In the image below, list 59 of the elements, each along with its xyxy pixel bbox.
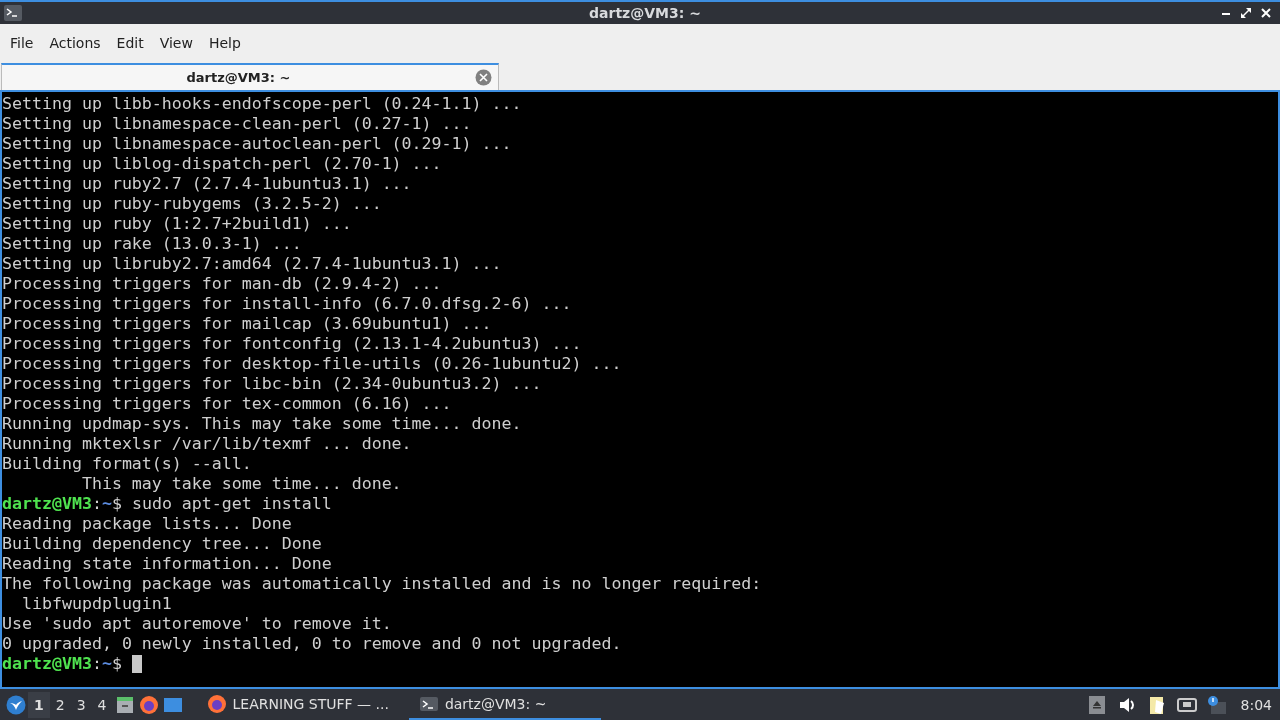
- browser-icon: [206, 693, 227, 714]
- output-line: Building dependency tree... Done: [2, 534, 322, 554]
- output-line: Running updmap-sys. This may take some time... done.: [2, 414, 522, 434]
- output-line: libfwupdplugin1: [20, 594, 172, 614]
- browser-icon[interactable]: [138, 694, 159, 715]
- output-line: Setting up rake (13.0.3-1) ...: [2, 234, 302, 254]
- file-cabinet-icon[interactable]: [114, 694, 135, 715]
- prompt-symbol: $: [111, 494, 122, 514]
- notification-icon[interactable]: [1206, 694, 1227, 715]
- terminal-tab[interactable]: dartz@VM3: ~: [1, 63, 499, 90]
- output-line: Reading state information... Done: [2, 554, 332, 574]
- taskbar-window-button[interactable]: dartz@VM3: ~: [408, 689, 601, 720]
- desktop-switch[interactable]: 3: [70, 691, 92, 718]
- prompt-user-host: dartz@VM3: [2, 654, 92, 674]
- desktop-switch[interactable]: 4: [91, 691, 113, 718]
- menu-item[interactable]: Edit: [108, 35, 152, 51]
- output-line: Setting up liblog-dispatch-perl (2.70-1) ...: [2, 154, 442, 174]
- output-line: Processing triggers for desktop-file-utils (0.26-1ubuntu2) ...: [2, 354, 622, 374]
- close-tab-icon[interactable]: [475, 69, 492, 86]
- close-icon[interactable]: [1260, 7, 1272, 19]
- output-line: Processing triggers for man-db (2.9.4-2) ...: [2, 274, 442, 294]
- output-line: Setting up libruby2.7:amd64 (2.7.4-1ubuntu3.1) ...: [2, 254, 502, 274]
- terminal-icon[interactable]: [4, 5, 22, 21]
- prompt-user-host: dartz@VM3: [2, 494, 92, 514]
- eject-icon[interactable]: [1086, 694, 1107, 715]
- maximize-icon[interactable]: [1240, 7, 1252, 19]
- prompt-path: ~: [101, 654, 112, 674]
- output-line: Reading package lists... Done: [2, 514, 292, 534]
- output-line: Use 'sudo apt autoremove' to remove it.: [2, 614, 392, 634]
- menu-item[interactable]: View: [151, 35, 201, 51]
- output-line: Setting up libb-hooks-endofscope-perl (0.24-1.1) ...: [2, 94, 522, 114]
- command-text: sudo apt-get install: [131, 494, 332, 514]
- prompt-path: ~: [101, 494, 112, 514]
- output-line: Setting up ruby-rubygems (3.2.5-2) ...: [2, 194, 382, 214]
- desktop-switch[interactable]: 1: [28, 691, 50, 718]
- desktop-switch[interactable]: 2: [49, 691, 71, 718]
- menu-item[interactable]: Actions: [41, 35, 109, 51]
- prompt-symbol: $: [111, 654, 122, 674]
- output-line: Processing triggers for libc-bin (2.34-0ubuntu3.2) ...: [2, 374, 542, 394]
- output-line: This may take some time... done.: [80, 474, 402, 494]
- menu-item[interactable]: File: [2, 35, 42, 51]
- prompt-separator: :: [91, 654, 102, 674]
- output-line: The following package was automatically installed and is no longer required:: [2, 574, 762, 594]
- output-line: 0 upgraded, 0 newly installed, 0 to remove and 0 not upgraded.: [2, 634, 622, 654]
- output-line: Setting up libnamespace-autoclean-perl (0.29-1) ...: [2, 134, 512, 154]
- output-line: Setting up libnamespace-clean-perl (0.27-1) ...: [2, 114, 472, 134]
- output-line: Setting up ruby2.7 (2.7.4-1ubuntu3.1) ...: [2, 174, 412, 194]
- output-line: Processing triggers for mailcap (3.69ubuntu1) ...: [2, 314, 492, 334]
- output-line: Building format(s) --all.: [2, 454, 252, 474]
- taskbar-window-button[interactable]: LEARNING STUFF — ...: [196, 689, 397, 720]
- output-line: Setting up ruby (1:2.7+2build1) ...: [2, 214, 352, 234]
- clock[interactable]: 8:04: [1240, 696, 1272, 713]
- output-line: Running mktexlsr /var/lib/texmf ... done.: [2, 434, 412, 454]
- output-line: Processing triggers for tex-common (6.16) ...: [2, 394, 452, 414]
- menu-item[interactable]: Help: [200, 35, 249, 51]
- output-line: Processing triggers for fontconfig (2.13.1-4.2ubuntu3) ...: [2, 334, 582, 354]
- output-line: Processing triggers for install-info (6.7.0.dfsg.2-6) ...: [2, 294, 572, 314]
- window-title: dartz@VM3: ~: [589, 5, 701, 21]
- prompt-separator: :: [91, 494, 102, 514]
